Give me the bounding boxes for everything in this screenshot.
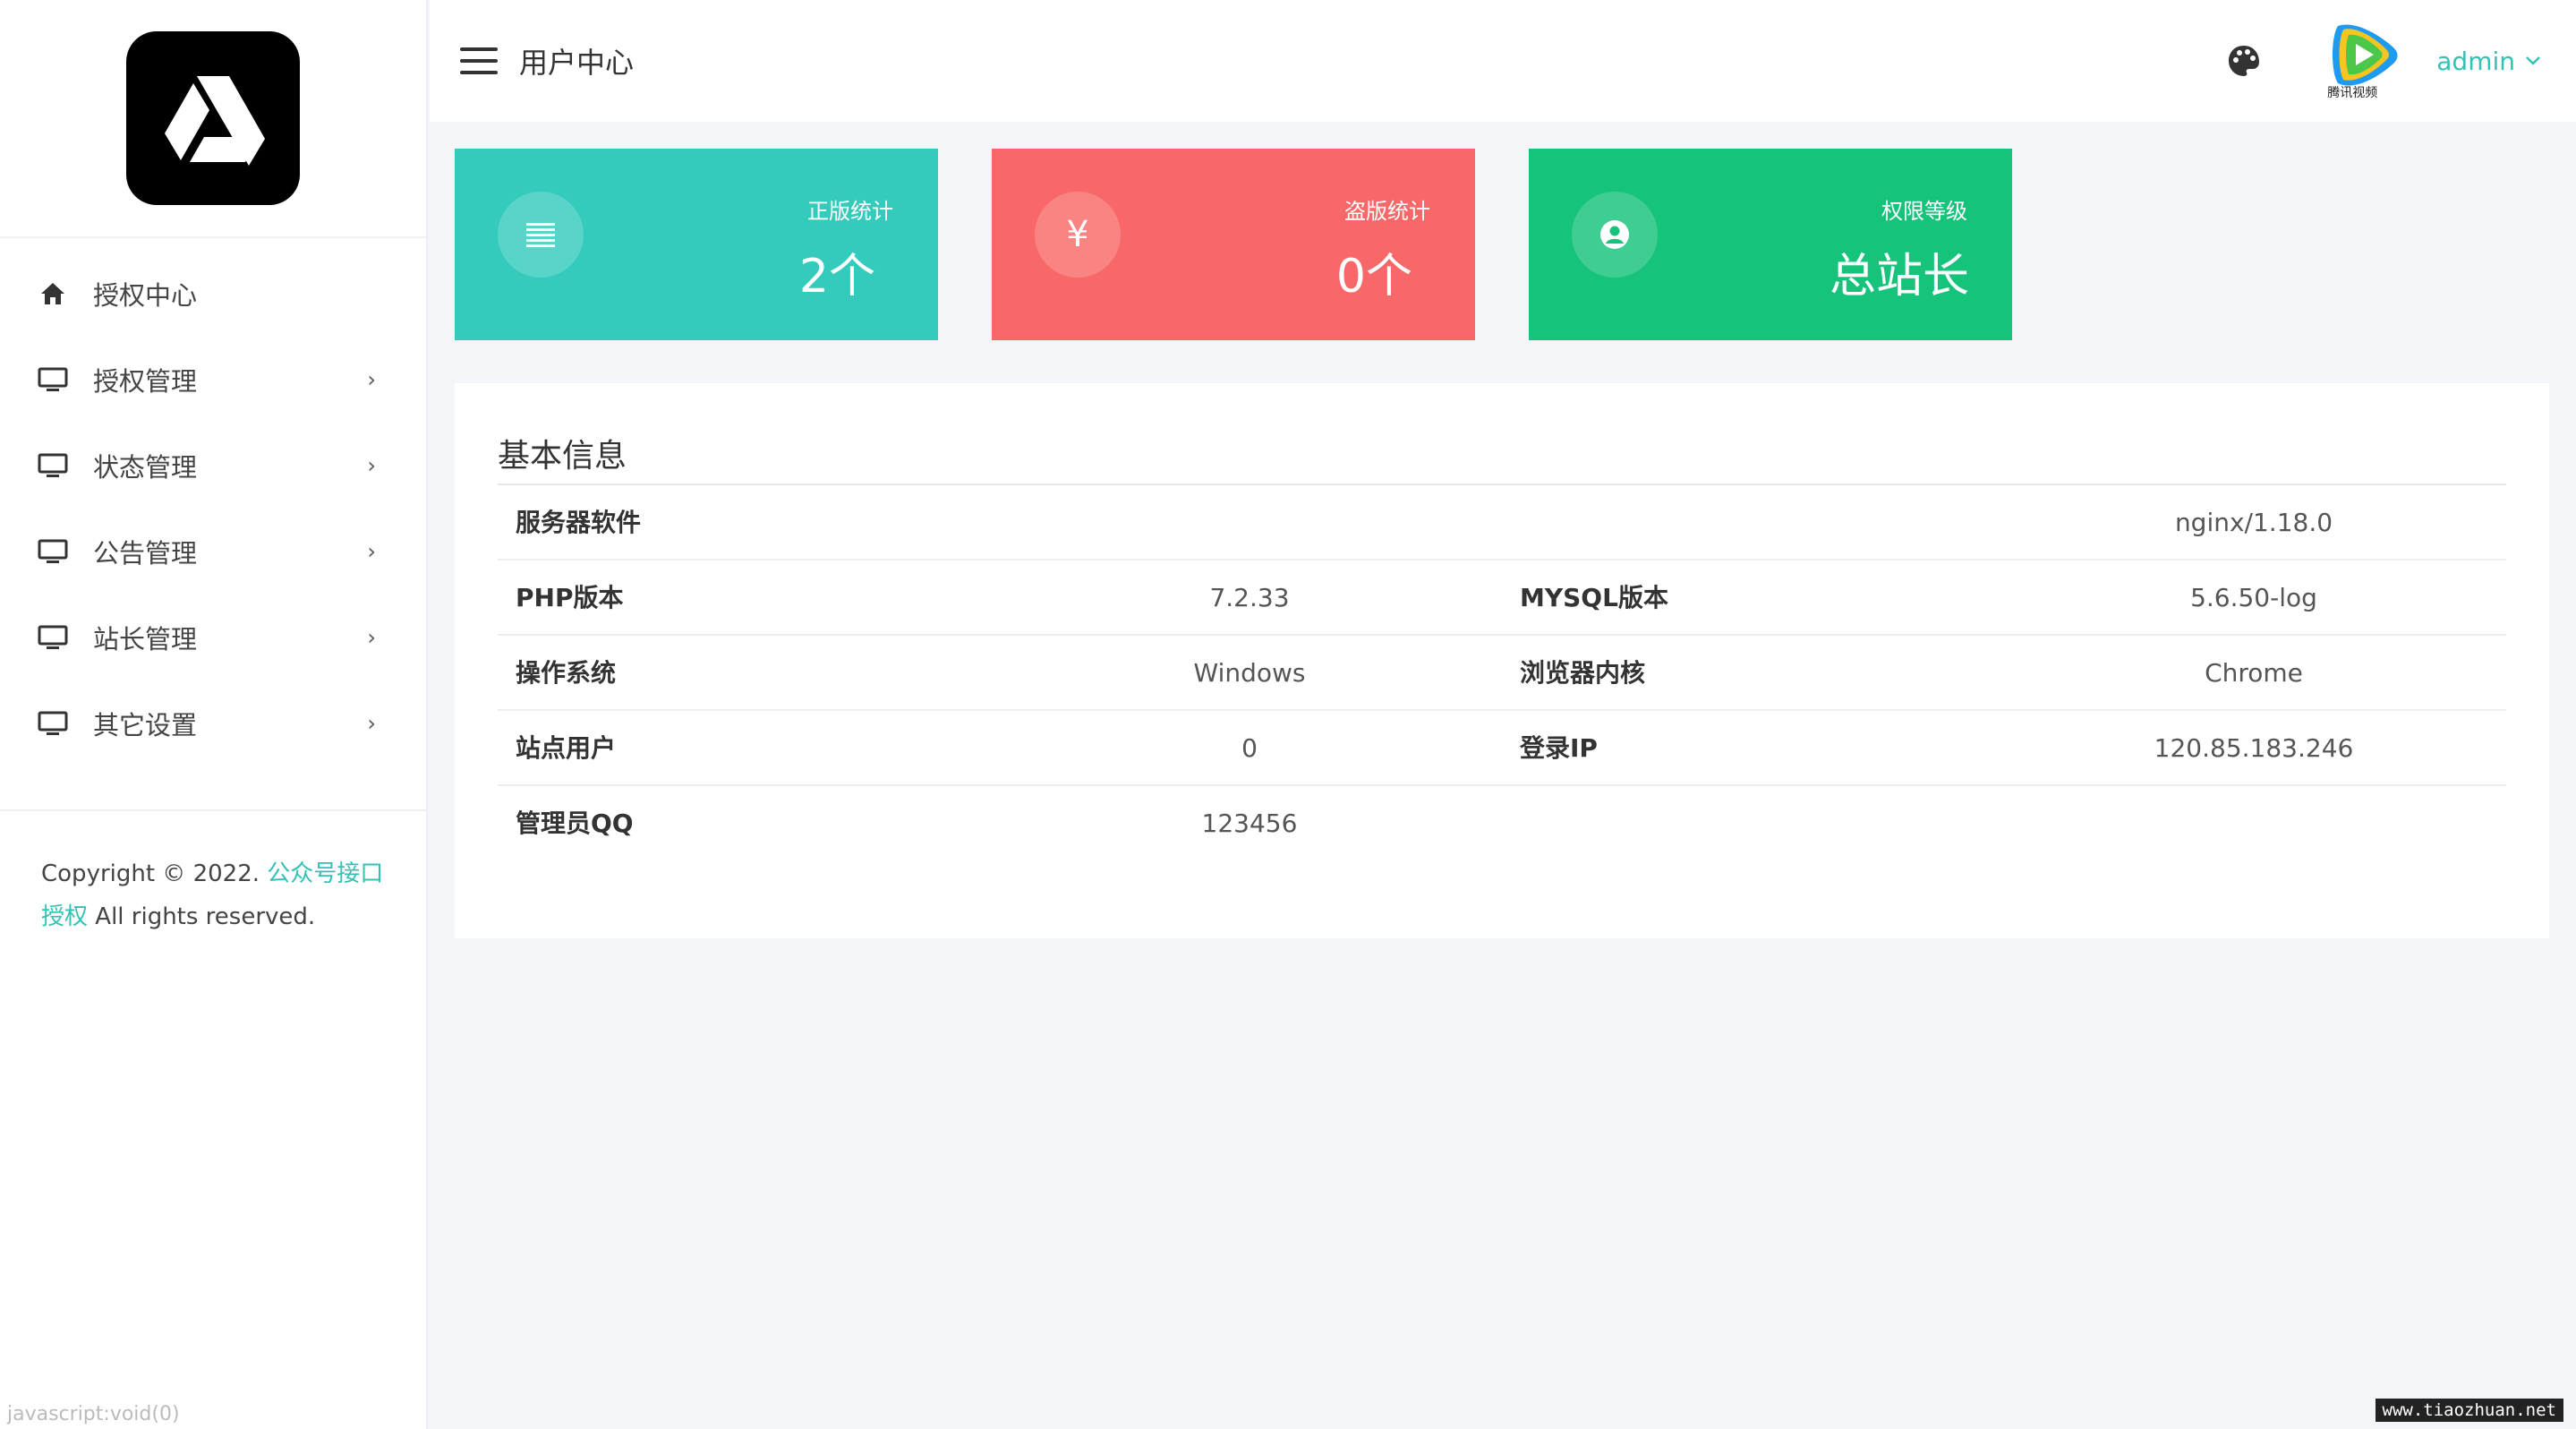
stat-card-label: 权限等级 (1881, 199, 1967, 224)
menu-toggle-icon[interactable] (460, 47, 498, 74)
chevron-right-icon: › (367, 711, 376, 736)
info-label: 管理员QQ (516, 809, 634, 838)
sidebar-item-webmaster-management[interactable]: 站长管理 › (0, 595, 426, 680)
stat-card-genuine: 正版统计 2个 (455, 149, 938, 340)
page-title: 用户中心 (519, 46, 635, 80)
sidebar-item-other-settings[interactable]: 其它设置 › (0, 680, 426, 766)
stat-card-value: 总站长 (1829, 250, 1969, 304)
copyright-suffix: All rights reserved. (88, 903, 316, 930)
sidebar-item-label: 授权中心 (93, 280, 198, 311)
info-label: 浏览器内核 (1520, 658, 1646, 688)
header-right: 腾讯视频 admin (2225, 0, 2576, 122)
avatar[interactable]: 腾讯视频 (2325, 19, 2404, 103)
table-row: 站点用户 0 登录IP 120.85.183.246 (498, 711, 2506, 786)
info-value: Chrome (2205, 658, 2303, 688)
copyright-prefix: Copyright © 2022. (41, 860, 268, 887)
user-circle-icon (1572, 192, 1658, 278)
info-label: PHP版本 (516, 583, 624, 612)
monitor-icon (36, 449, 70, 483)
chevron-right-icon: › (367, 625, 376, 650)
app-logo[interactable] (126, 31, 300, 205)
stat-card-pirated: ¥ 盗版统计 0个 (992, 149, 1475, 340)
avatar-caption: 腾讯视频 (2327, 86, 2378, 100)
chevron-right-icon: › (367, 367, 376, 392)
table-row: 服务器软件 nginx/1.18.0 (498, 485, 2506, 560)
monitor-icon (36, 363, 70, 397)
table-row: 管理员QQ 123456 (498, 786, 1502, 861)
chevron-down-icon[interactable] (2524, 50, 2542, 73)
top-header: 用户中心 腾讯视频 admin (430, 0, 2576, 122)
info-value: 7.2.33 (1209, 583, 1290, 612)
info-label: 登录IP (1520, 733, 1598, 763)
sidebar-item-status-management[interactable]: 状态管理 › (0, 423, 426, 509)
home-icon (36, 277, 70, 311)
info-label: 站点用户 (516, 733, 617, 763)
basic-info-panel: 基本信息 服务器软件 nginx/1.18.0 PHP版本 7.2.33 MYS… (455, 383, 2549, 938)
table-row: 操作系统 Windows 浏览器内核 Chrome (498, 636, 2506, 711)
info-value: 0 (1241, 733, 1258, 763)
info-value: 120.85.183.246 (2154, 733, 2354, 763)
sidebar-item-auth-management[interactable]: 授权管理 › (0, 337, 426, 423)
monitor-icon (36, 535, 70, 569)
panel-title: 基本信息 (498, 438, 627, 475)
stat-card-label: 盗版统计 (1344, 199, 1430, 224)
video-logo-icon (2333, 24, 2398, 86)
palette-icon[interactable] (2225, 42, 2263, 80)
yen-icon: ¥ (1035, 192, 1121, 278)
info-value: nginx/1.18.0 (2174, 508, 2333, 537)
user-menu[interactable]: admin (2436, 47, 2515, 76)
sidebar-item-label: 其它设置 (93, 710, 198, 740)
stat-card-value: 0个 (1335, 250, 1412, 304)
stat-cards: 正版统计 2个 ¥ 盗版统计 0个 权限等级 总站长 (455, 149, 2066, 340)
logo-area (0, 0, 426, 238)
sidebar: 授权中心 授权管理 › 状态管理 › 公告管理 › 站长管理 › 其它设置 › … (0, 0, 428, 1429)
row-divider-mask (1502, 786, 2506, 788)
info-label: MYSQL版本 (1520, 583, 1668, 612)
stat-card-value: 2个 (798, 250, 875, 304)
info-label: 服务器软件 (516, 508, 642, 537)
list-icon (498, 192, 584, 278)
sidebar-item-announcement-management[interactable]: 公告管理 › (0, 509, 426, 595)
stat-card-permission: 权限等级 总站长 (1529, 149, 2012, 340)
watermark: www.tiaozhuan.net (2375, 1399, 2563, 1422)
sidebar-item-label: 站长管理 (93, 624, 198, 655)
table-row: PHP版本 7.2.33 MYSQL版本 5.6.50-log (498, 560, 2506, 636)
sidebar-item-label: 状态管理 (93, 452, 198, 483)
info-value: 123456 (1201, 809, 1298, 838)
chevron-right-icon: › (367, 453, 376, 478)
status-bar-url: javascript:void(0) (7, 1403, 180, 1425)
info-value: Windows (1193, 658, 1306, 688)
monitor-icon (36, 620, 70, 655)
sidebar-item-label: 授权管理 (93, 366, 198, 397)
stat-card-label: 正版统计 (807, 199, 893, 224)
info-label: 操作系统 (516, 658, 617, 688)
chevron-right-icon: › (367, 539, 376, 564)
sidebar-menu: 授权中心 授权管理 › 状态管理 › 公告管理 › 站长管理 › 其它设置 › (0, 251, 426, 766)
sidebar-item-label: 公告管理 (93, 538, 198, 569)
monitor-icon (36, 706, 70, 740)
info-value: 5.6.50-log (2190, 583, 2317, 612)
copyright: Copyright © 2022. 公众号接口授权 All rights res… (0, 811, 426, 938)
sidebar-item-auth-center[interactable]: 授权中心 (0, 251, 426, 337)
